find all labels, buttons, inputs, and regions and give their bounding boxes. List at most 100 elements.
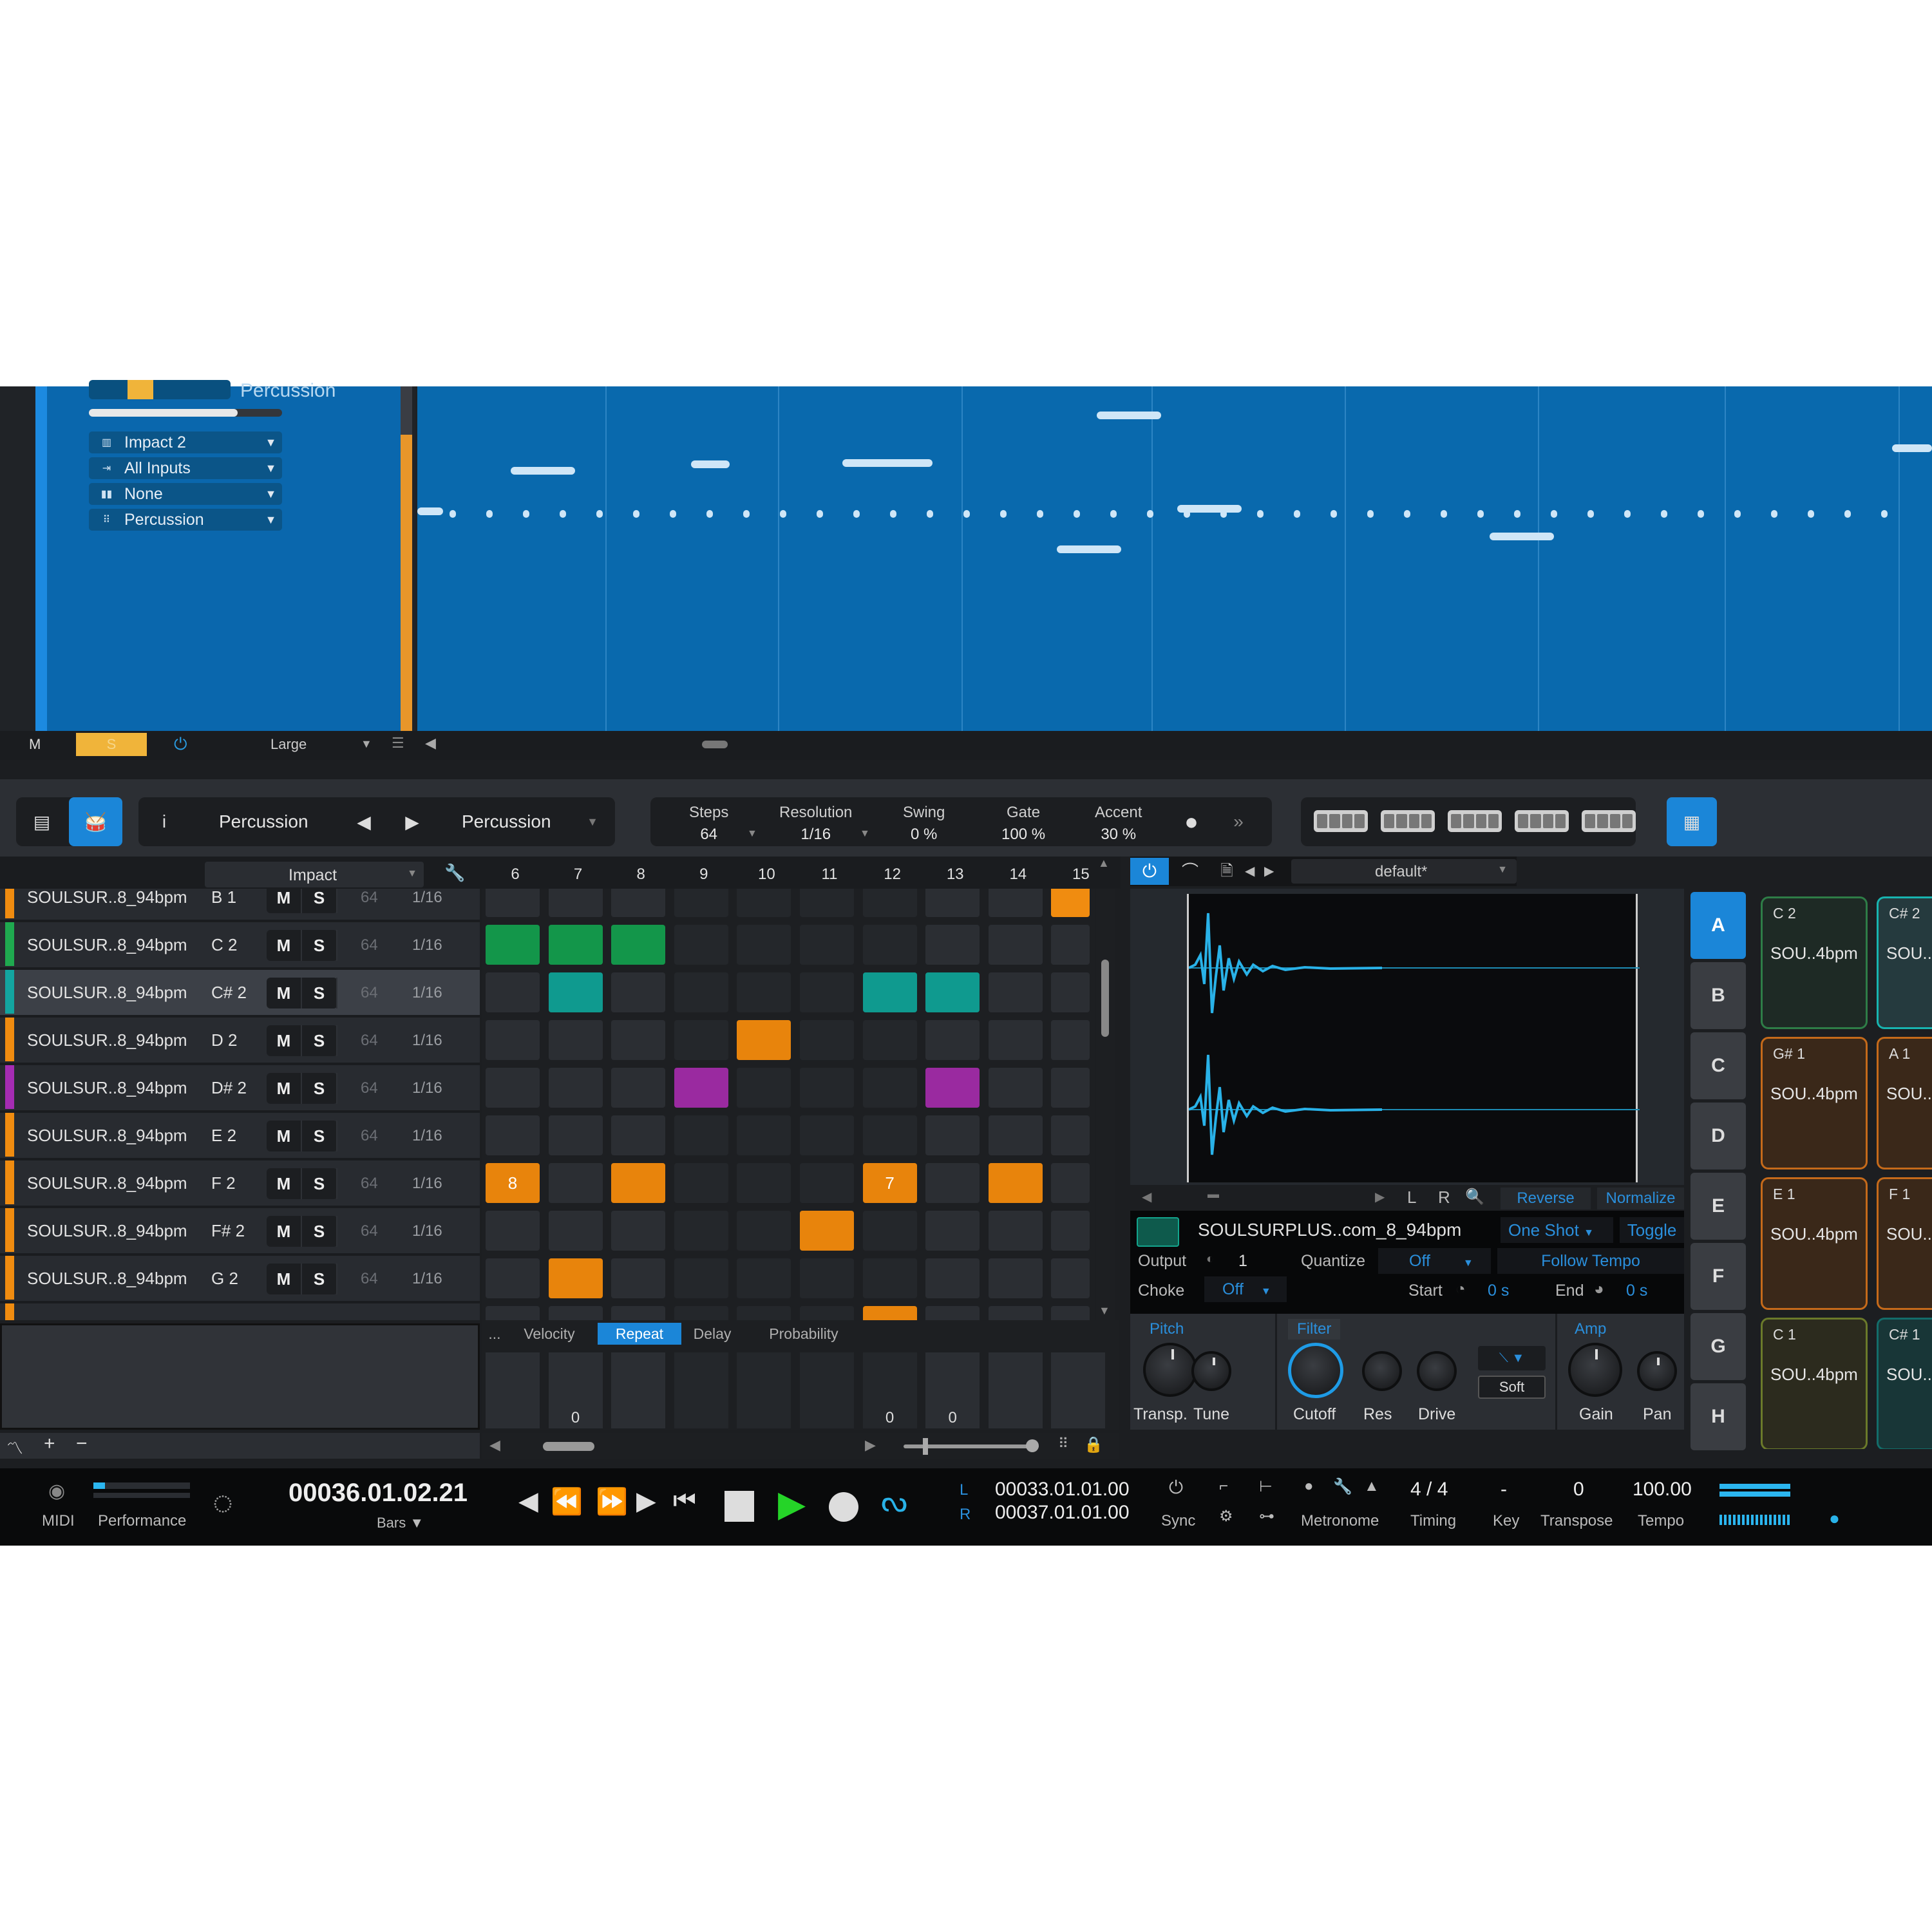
- right-channel-button[interactable]: R: [1438, 1188, 1450, 1208]
- scroll-right-icon[interactable]: ▶: [1375, 1189, 1385, 1205]
- step-cell[interactable]: [548, 1306, 603, 1320]
- input-select[interactable]: ⇥ All Inputs ▼: [89, 457, 282, 479]
- more-icon[interactable]: »: [1226, 797, 1251, 846]
- step-cell[interactable]: [800, 1115, 854, 1155]
- step-cell[interactable]: [737, 925, 791, 965]
- bank-d-button[interactable]: D: [1690, 1103, 1746, 1170]
- sample-region[interactable]: [1187, 894, 1640, 1182]
- step-cell[interactable]: [611, 1020, 666, 1060]
- bank-g-button[interactable]: G: [1690, 1313, 1746, 1380]
- pattern-variation-4[interactable]: [1515, 810, 1569, 832]
- step-cell[interactable]: [1051, 1068, 1090, 1108]
- lane-resolution[interactable]: 1/16: [412, 936, 442, 954]
- midi-note[interactable]: [1057, 545, 1121, 553]
- power-icon[interactable]: ⏻: [1130, 858, 1169, 885]
- envelope-icon[interactable]: ⌒: [1174, 858, 1206, 885]
- step-cell[interactable]: [925, 1115, 980, 1155]
- midi-note[interactable]: [890, 510, 896, 518]
- midi-note[interactable]: [1074, 510, 1080, 518]
- midi-note[interactable]: [1808, 510, 1814, 518]
- lane-solo-button[interactable]: S: [302, 1025, 337, 1056]
- lane-resolution[interactable]: 1/16: [412, 1270, 442, 1288]
- step-number[interactable]: 11: [817, 866, 842, 884]
- toggle-button[interactable]: Toggle: [1620, 1217, 1684, 1243]
- midi-note[interactable]: [1367, 510, 1374, 518]
- resolution-param[interactable]: Resolution 1/16: [779, 804, 852, 844]
- pattern-name[interactable]: Percussion: [462, 811, 551, 832]
- step-cell[interactable]: [486, 1115, 540, 1155]
- lane-solo-button[interactable]: S: [302, 930, 337, 961]
- start-value[interactable]: 0 s: [1488, 1282, 1509, 1300]
- midi-note[interactable]: [927, 510, 933, 518]
- zoom-slider-end[interactable]: [1026, 1439, 1039, 1452]
- accent-param[interactable]: Accent 30 %: [1095, 804, 1142, 844]
- step-cell[interactable]: [925, 1306, 980, 1320]
- step-cell[interactable]: [674, 1306, 728, 1320]
- step-cell[interactable]: [611, 1211, 666, 1251]
- preroll-icon[interactable]: ⊢: [1259, 1477, 1273, 1496]
- drum-pad[interactable]: A 1 SOU..4bpm: [1877, 1037, 1932, 1170]
- scroll-up-icon[interactable]: ▲: [1098, 857, 1110, 870]
- lane-mute-button[interactable]: M: [267, 1216, 302, 1247]
- midi-note[interactable]: [670, 510, 676, 518]
- step-cell[interactable]: [1051, 972, 1090, 1012]
- instrument-lane[interactable]: SOULSUR..8_94bpm D# 2 MS 64 1/16: [0, 1065, 480, 1112]
- step-cell[interactable]: [988, 1306, 1043, 1320]
- parameter-cell[interactable]: [737, 1352, 791, 1428]
- step-cell[interactable]: [862, 925, 917, 965]
- filter-mode-button[interactable]: Soft: [1478, 1376, 1546, 1399]
- parameter-cell[interactable]: [674, 1352, 728, 1428]
- parameter-lane[interactable]: 0 0 0: [482, 1346, 1119, 1430]
- track-buttons[interactable]: [89, 380, 231, 399]
- step-cell[interactable]: [862, 1068, 917, 1108]
- instrument-lane[interactable]: SOULSUR..8_94bpm D 2 MS 64 1/16: [0, 1018, 480, 1064]
- step-cell[interactable]: [548, 1068, 603, 1108]
- step-number[interactable]: 15: [1068, 866, 1094, 884]
- key-value[interactable]: -: [1501, 1479, 1507, 1501]
- loop-start[interactable]: 00033.01.01.00: [995, 1479, 1130, 1501]
- bank-f-button[interactable]: F: [1690, 1243, 1746, 1310]
- lane-steps[interactable]: 64: [361, 984, 378, 1002]
- normalize-button[interactable]: Normalize: [1597, 1188, 1684, 1209]
- step-cell[interactable]: [800, 889, 854, 917]
- step-cell[interactable]: [862, 1211, 917, 1251]
- drum-editor-icon[interactable]: 🥁: [69, 797, 122, 846]
- step-cell[interactable]: [988, 925, 1043, 965]
- grid-size-icon[interactable]: ⠿: [1058, 1435, 1068, 1452]
- lane-solo-button[interactable]: S: [302, 889, 337, 913]
- midi-note[interactable]: [560, 510, 566, 518]
- lane-mute-button[interactable]: M: [267, 930, 302, 961]
- step-cell[interactable]: [674, 1211, 728, 1251]
- drum-pad[interactable]: C# 1 SOU..4bpm: [1877, 1318, 1932, 1449]
- midi-note[interactable]: [817, 510, 823, 518]
- step-cell[interactable]: [988, 1020, 1043, 1060]
- parameter-cell[interactable]: 0: [548, 1352, 603, 1428]
- step-active[interactable]: [548, 972, 603, 1012]
- follow-tempo-button[interactable]: Follow Tempo: [1497, 1248, 1684, 1274]
- wrench-icon[interactable]: 🔧: [1333, 1477, 1352, 1496]
- step-active[interactable]: [611, 925, 666, 965]
- step-number[interactable]: 7: [565, 866, 591, 884]
- step-cell[interactable]: [800, 1258, 854, 1298]
- stop-button[interactable]: [724, 1491, 754, 1522]
- lane-solo-button[interactable]: S: [302, 1264, 337, 1294]
- instrument-lane[interactable]: SOULSUR..8_94bpm B 1 MS 64 1/16: [0, 889, 480, 921]
- step-cell[interactable]: [737, 1068, 791, 1108]
- parameter-cell[interactable]: [486, 1352, 540, 1428]
- step-cell[interactable]: [800, 1020, 854, 1060]
- step-cell[interactable]: [925, 1258, 980, 1298]
- tune-knob[interactable]: [1191, 1351, 1231, 1391]
- lane-mute-button[interactable]: M: [267, 978, 302, 1009]
- precount-icon[interactable]: ⌐: [1219, 1477, 1228, 1495]
- lane-resolution[interactable]: 1/16: [412, 1032, 442, 1050]
- instrument-lane[interactable]: SOULSUR..8_94bpm G 2 MS 64 1/16: [0, 1256, 480, 1302]
- scroll-left-icon[interactable]: ◀: [425, 735, 436, 752]
- output-select[interactable]: ▮▮ None ▼: [89, 483, 282, 505]
- midi-note[interactable]: [1624, 510, 1631, 518]
- lane-solo-button[interactable]: S: [302, 978, 337, 1009]
- step-cell[interactable]: [674, 1020, 728, 1060]
- drum-pad[interactable]: C# 2 SOU..4bpm: [1877, 896, 1932, 1029]
- fast-forward-icon[interactable]: ⏩: [596, 1486, 628, 1517]
- pattern-variation-1[interactable]: [1314, 810, 1368, 832]
- lane-steps[interactable]: 64: [361, 1270, 378, 1288]
